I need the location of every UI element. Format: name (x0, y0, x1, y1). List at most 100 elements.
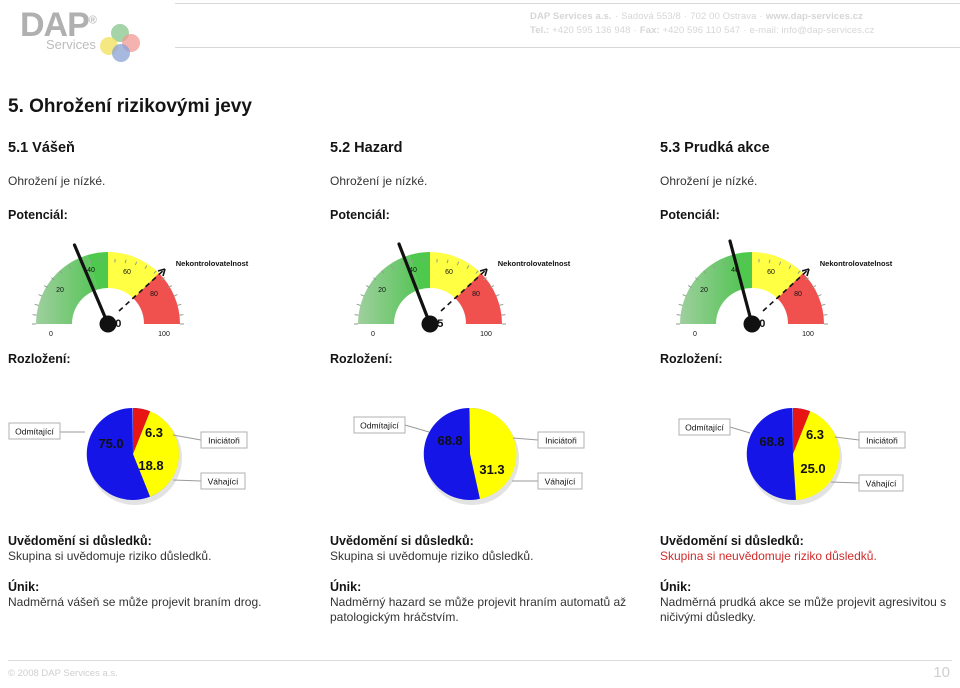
logo-subtitle: Services (46, 37, 96, 52)
escape-text: Nadměrný hazard se může projevit hraním … (330, 595, 627, 624)
gauge-tick-80: 80 (472, 291, 480, 298)
separator-dot-icon: · (633, 25, 637, 36)
page-footer: © 2008 DAP Services a.s. 10 (0, 650, 960, 688)
header-contact-line-1: DAP Services a.s. · Sadová 553/8 · 702 00 Os… (530, 10, 960, 24)
pie-value-odmitajici: 75.0 (98, 436, 123, 451)
gauge-svg: 0 20 40 60 80 100 Nekontrolovatelnost (354, 242, 571, 338)
company-website[interactable]: www.dap-services.cz (766, 11, 863, 22)
company-city: 702 00 Ostrava (690, 11, 757, 22)
consequences-block: Uvědomění si důsledků: Skupina si uvědom… (330, 534, 630, 625)
pie-value-odmitajici: 68.8 (437, 433, 462, 448)
gauge-band-low (358, 255, 420, 324)
pie-value-vahajici: 31.3 (479, 462, 504, 477)
pie-leader-line (729, 426, 751, 434)
pie-leader-line (404, 424, 430, 433)
gauge-value-label: 43.5 (422, 318, 444, 330)
pie-value-vahajici: 25.0 (800, 461, 825, 476)
footer-rule (8, 660, 952, 661)
escape-heading: Únik: (660, 580, 692, 594)
gauge-tick-0: 0 (693, 331, 697, 338)
pie-chart-distribution: 68.8 31.3 Odmítající Iniciátoři Váhající (330, 400, 650, 512)
gauge-tick-80: 80 (150, 291, 158, 298)
gauge-tick-80: 80 (794, 291, 802, 298)
gauge-tick-60: 60 (445, 269, 453, 276)
pie-leader-line (834, 436, 860, 441)
pie-value-odmitajici: 68.8 (759, 434, 784, 449)
block-spacer (330, 564, 630, 580)
pie-svg: 68.8 6.3 25.0 Odmítající Iniciátoři Váha… (678, 408, 906, 505)
gauge-chart-potential: 0 20 40 60 80 100 Nekontrolovatelnost (330, 230, 640, 342)
pie-legend-vahajici: Váhající (208, 477, 239, 487)
awareness-heading: Uvědomění si důsledků: (330, 534, 474, 548)
distribution-label: Rozložení: (660, 352, 723, 366)
pie-value-iniciatori: 6.3 (145, 425, 163, 440)
separator-dot-icon: · (683, 11, 688, 22)
potential-label: Potenciál: (660, 208, 720, 222)
gauge-tick-100: 100 (802, 331, 814, 338)
fax-number: +420 596 110 547 (662, 25, 741, 36)
gauge-band-low (36, 255, 98, 324)
pie-value-iniciatori: 6.3 (806, 427, 824, 442)
gauge-title: Nekontrolovatelnost (498, 259, 571, 268)
block-spacer (8, 564, 308, 580)
pie-legend-odmitajici: Odmítající (15, 427, 54, 437)
dap-logo: DAP® Services (8, 4, 168, 62)
pie-leader-line (830, 481, 860, 484)
escape-text: Nadměrná vášeň se může projevit braním d… (8, 595, 262, 609)
page-title: 5. Ohrožení rizikovými jevy (8, 96, 252, 117)
pie-legend-odmitajici: Odmítající (360, 421, 399, 431)
gauge-value-label: 42.0 (100, 318, 122, 330)
company-address: Sadová 553/8 (621, 11, 681, 22)
separator-dot-icon: · (759, 11, 763, 22)
subsection-title: 5.2 Hazard (330, 140, 403, 156)
pie-leader-line (512, 437, 539, 441)
pie-svg: 75.0 6.3 18.8 Odmítající Iniciátoři Váha… (8, 408, 248, 505)
pie-legend-iniciatori: Iniciátoři (545, 436, 577, 446)
potential-label: Potenciál: (330, 208, 390, 222)
gauge-tick-40: 40 (87, 267, 95, 274)
awareness-text: Skupina si uvědomuje riziko důsledků. (330, 549, 534, 563)
pie-svg: 68.8 31.3 Odmítající Iniciátoři Váhající (353, 407, 585, 505)
page-header: DAP® Services DAP Services a.s. · Sadová 5… (0, 0, 960, 62)
pie-legend-iniciatori: Iniciátoři (866, 436, 898, 446)
pie-legend-iniciatori: Iniciátoři (208, 436, 240, 446)
gauge-tick-100: 100 (480, 331, 492, 338)
gauge-tick-100: 100 (158, 331, 170, 338)
awareness-heading: Uvědomění si důsledků: (660, 534, 804, 548)
gauge-band-low (680, 255, 742, 324)
awareness-text: Skupina si neuvědomuje riziko důsledků. (660, 549, 877, 563)
company-name: DAP Services a.s. (530, 11, 612, 22)
potential-label: Potenciál: (8, 208, 68, 222)
gauge-svg: 0 20 40 60 80 100 Nekontrolovatelnost (32, 243, 249, 338)
pie-legend-vahajici: Váhající (545, 477, 576, 487)
gauge-tick-20: 20 (56, 287, 64, 294)
gauge-chart-potential: 0 20 40 60 80 100 Nekontrolovatelnost (8, 230, 318, 342)
pie-value-vahajici: 18.8 (138, 458, 163, 473)
risk-level-text: Ohrožení je nízké. (660, 174, 758, 188)
footer-page-number: 10 (933, 664, 950, 681)
awareness-text: Skupina si uvědomuje riziko důsledků. (8, 549, 212, 563)
gauge-tick-0: 0 (49, 331, 53, 338)
escape-text: Nadměrná prudká akce se může projevit ag… (660, 595, 947, 624)
gauge-tick-0: 0 (371, 331, 375, 338)
header-contact-info: DAP Services a.s. · Sadová 553/8 · 702 00 Os… (530, 10, 960, 38)
gauge-value-label: 47.0 (744, 318, 766, 330)
escape-heading: Únik: (330, 580, 362, 594)
gauge-title: Nekontrolovatelnost (176, 259, 249, 268)
gauge-svg: 0 20 40 60 80 100 Nekontrolovatelnost (676, 239, 893, 338)
risk-level-text: Ohrožení je nízké. (330, 174, 428, 188)
gauge-tick-20: 20 (378, 287, 386, 294)
logo-dot-blue-icon (112, 44, 130, 62)
consequences-block: Uvědomění si důsledků: Skupina si neuvěd… (660, 534, 960, 625)
pie-leader-line (172, 479, 202, 482)
risk-level-text: Ohrožení je nízké. (8, 174, 106, 188)
block-spacer (660, 564, 960, 580)
page-content: 5. Ohrožení rizikovými jevy 5.1 Vášeň Oh… (0, 62, 960, 642)
header-rule-top (175, 3, 960, 4)
registered-mark-icon: ® (88, 14, 97, 27)
gauge-tick-20: 20 (700, 287, 708, 294)
company-email[interactable]: e-mail: info@dap-services.cz (750, 25, 875, 36)
fax-label: Fax: (639, 25, 660, 36)
header-rule-bottom (175, 47, 960, 48)
separator-dot-icon: · (743, 25, 747, 36)
